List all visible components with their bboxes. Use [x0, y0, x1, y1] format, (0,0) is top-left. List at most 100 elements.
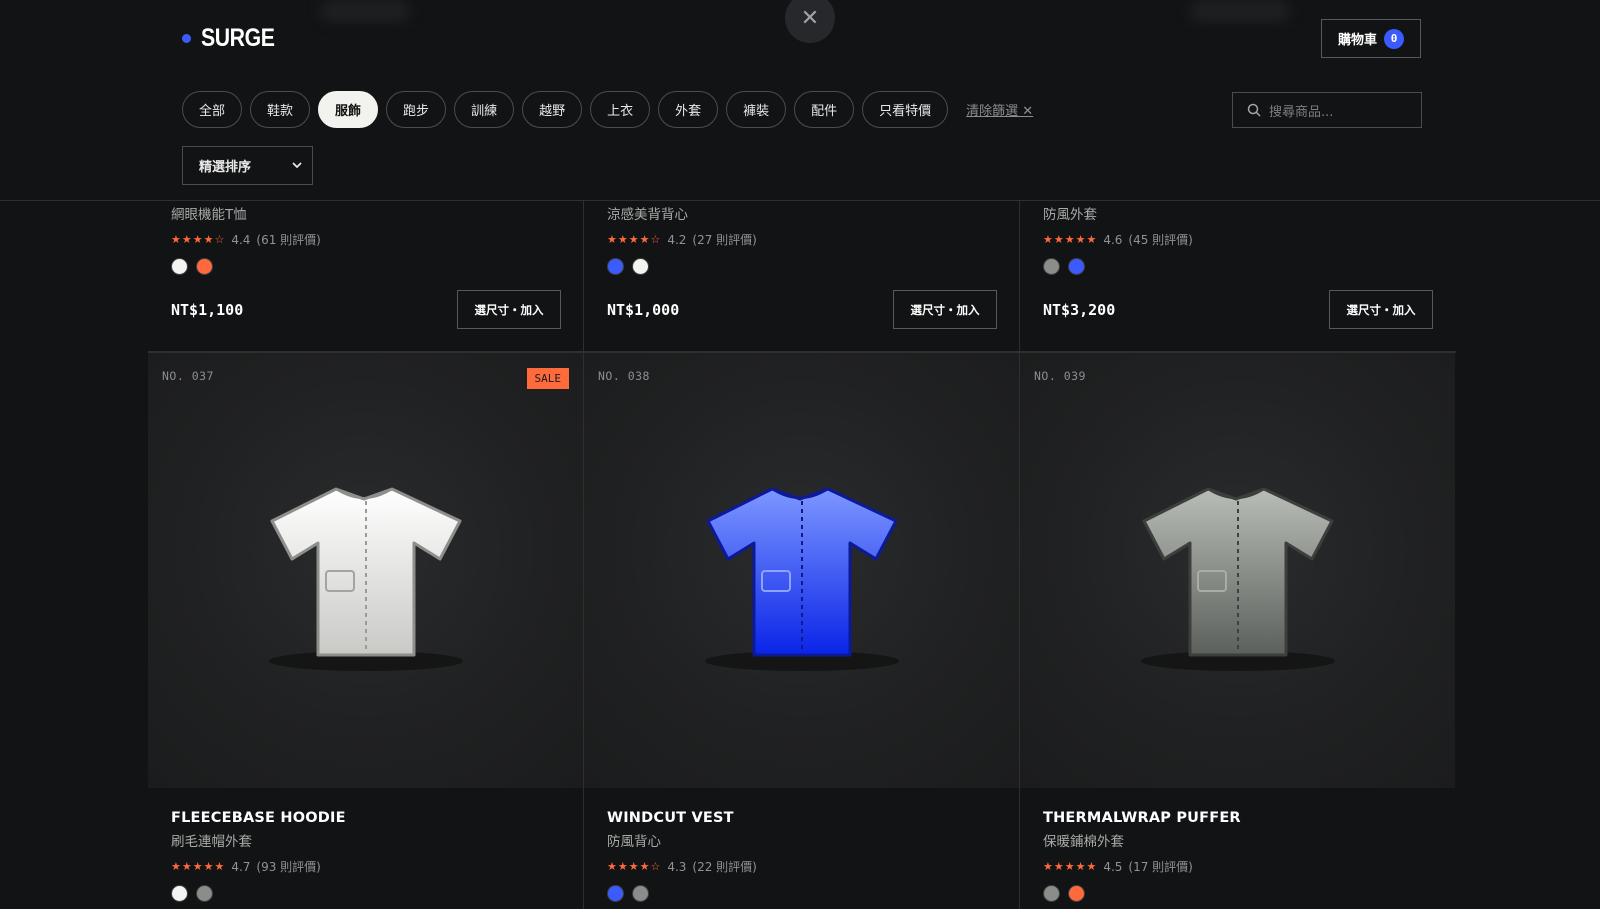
color-swatch[interactable]: [632, 885, 649, 902]
rating-value: 4.7: [231, 859, 251, 874]
clear-filters-link[interactable]: 清除篩選 ✕: [966, 100, 1033, 119]
chip-sale-only[interactable]: 只看特價: [862, 91, 949, 128]
product-info-top-1[interactable]: 網眼機能T恤 ★★★★☆ 4.4 (61 則評價): [148, 203, 584, 275]
chip-training[interactable]: 訓練: [454, 91, 515, 128]
product-rating: ★★★★☆ 4.4 (61 則評價): [171, 231, 584, 248]
close-button[interactable]: ✕: [785, 0, 835, 43]
review-count: (45 則評價): [1128, 233, 1193, 247]
chip-tops[interactable]: 上衣: [590, 91, 651, 128]
product-info[interactable]: WINDCUT VEST 防風背心 ★★★★☆ 4.3 (22 則評價): [584, 810, 1020, 902]
logo-text: SURGE: [201, 24, 275, 52]
chevron-down-icon: [292, 162, 302, 169]
price-row: NT$1,100 選尺寸・加入: [171, 290, 561, 329]
add-to-cart-button[interactable]: 選尺寸・加入: [1329, 290, 1433, 329]
chip-shoes[interactable]: 鞋款: [250, 91, 311, 128]
color-swatch[interactable]: [1043, 258, 1060, 275]
sort-select[interactable]: 精選排序: [182, 146, 313, 185]
rating-stars: ★★★★☆: [607, 233, 662, 246]
blurred-background: [320, 0, 410, 22]
color-swatches: [1043, 885, 1456, 902]
chip-trail[interactable]: 越野: [522, 91, 583, 128]
product-price: NT$1,100: [171, 300, 244, 319]
color-swatch[interactable]: [196, 258, 213, 275]
review-count: (61 則評價): [256, 233, 321, 247]
sale-badge: SALE: [526, 368, 569, 389]
rating-stars: ★★★★★: [1043, 860, 1098, 873]
product-name: THERMALWRAP PUFFER: [1043, 810, 1241, 826]
rating-stars: ★★★★☆: [171, 233, 226, 246]
rating-stars: ★★★★★: [1043, 233, 1098, 246]
product-price: NT$1,000: [607, 300, 680, 319]
review-count: (17 則評價): [1128, 860, 1193, 874]
color-swatches: [607, 258, 1020, 275]
chip-accessories[interactable]: 配件: [794, 91, 855, 128]
product-rating: ★★★★★ 4.5 (17 則評價): [1043, 858, 1456, 875]
tshirt-image: [1141, 487, 1335, 671]
product-rating: ★★★★☆ 4.3 (22 則評價): [607, 858, 1020, 875]
color-swatch[interactable]: [196, 885, 213, 902]
product-card-image[interactable]: NO. 039: [1020, 353, 1455, 788]
review-count: (27 則評價): [692, 233, 757, 247]
product-info-top-3[interactable]: 防風外套 ★★★★★ 4.6 (45 則評價): [1020, 203, 1456, 275]
color-swatches: [171, 885, 584, 902]
cart-button[interactable]: 購物車 0: [1321, 19, 1421, 58]
color-swatch[interactable]: [632, 258, 649, 275]
product-subtitle: 保暖鋪棉外套: [1043, 834, 1124, 850]
color-swatches: [1043, 258, 1456, 275]
search-box[interactable]: 搜尋商品...: [1232, 92, 1422, 128]
filter-chips: 全部 鞋款 服飾 跑步 訓練 越野 上衣 外套 褲裝 配件 只看特價 清除篩選 …: [182, 91, 1033, 128]
color-swatch[interactable]: [1043, 885, 1060, 902]
product-subtitle: 刷毛連帽外套: [171, 834, 252, 850]
color-swatch[interactable]: [1068, 885, 1085, 902]
product-info[interactable]: FLEECEBASE HOODIE 刷毛連帽外套 ★★★★★ 4.7 (93 則…: [148, 810, 584, 902]
color-swatches: [607, 885, 1020, 902]
rating-stars: ★★★★★: [171, 860, 226, 873]
product-rating: ★★★★★ 4.6 (45 則評價): [1043, 231, 1456, 248]
search-input[interactable]: 搜尋商品...: [1269, 101, 1333, 120]
product-name: WINDCUT VEST: [607, 810, 734, 826]
rating-value: 4.3: [667, 859, 687, 874]
product-info[interactable]: THERMALWRAP PUFFER 保暖鋪棉外套 ★★★★★ 4.5 (17 …: [1020, 810, 1456, 902]
price-row: NT$1,000 選尺寸・加入: [607, 290, 997, 329]
product-subtitle: 涼感美背背心: [607, 207, 688, 223]
top-bar: ✕ SURGE 購物車 0 全部 鞋款 服飾 跑步 訓練 越野 上衣 外套 褲裝…: [0, 0, 1600, 201]
sort-selected-value: 精選排序: [199, 160, 252, 175]
product-info-top-2[interactable]: 涼感美背背心 ★★★★☆ 4.2 (27 則評價): [584, 203, 1020, 275]
color-swatch[interactable]: [1068, 258, 1085, 275]
rating-value: 4.2: [667, 232, 687, 247]
chip-bottoms[interactable]: 褲裝: [726, 91, 787, 128]
rating-value: 4.6: [1103, 232, 1123, 247]
price-row: NT$3,200 選尺寸・加入: [1043, 290, 1433, 329]
search-icon: [1247, 103, 1261, 117]
tshirt-image: [269, 487, 463, 671]
product-card-image[interactable]: NO. 037 SALE: [148, 353, 583, 788]
chip-all[interactable]: 全部: [182, 91, 243, 128]
close-icon: ✕: [800, 5, 820, 31]
logo-dot: [182, 34, 191, 43]
review-count: (22 則評價): [692, 860, 757, 874]
product-rating: ★★★★★ 4.7 (93 則評價): [171, 858, 584, 875]
brand-logo[interactable]: SURGE: [182, 24, 287, 53]
tshirt-image: [705, 487, 899, 671]
product-name: FLEECEBASE HOODIE: [171, 810, 346, 826]
cart-label: 購物車: [1337, 33, 1377, 48]
product-number: NO. 039: [1034, 369, 1086, 383]
color-swatch[interactable]: [171, 258, 188, 275]
color-swatches: [171, 258, 584, 275]
blurred-background: [1190, 0, 1290, 22]
color-swatch[interactable]: [607, 258, 624, 275]
color-swatch[interactable]: [607, 885, 624, 902]
chip-running[interactable]: 跑步: [386, 91, 447, 128]
product-number: NO. 037: [162, 369, 214, 383]
cart-count-badge: 0: [1384, 28, 1404, 49]
add-to-cart-button[interactable]: 選尺寸・加入: [457, 290, 561, 329]
chip-apparel[interactable]: 服飾: [318, 91, 379, 128]
product-subtitle: 網眼機能T恤: [171, 207, 247, 223]
add-to-cart-button[interactable]: 選尺寸・加入: [893, 290, 997, 329]
product-subtitle: 防風背心: [607, 834, 661, 850]
product-rating: ★★★★☆ 4.2 (27 則評價): [607, 231, 1020, 248]
color-swatch[interactable]: [171, 885, 188, 902]
product-card-image[interactable]: NO. 038: [584, 353, 1019, 788]
chip-jackets[interactable]: 外套: [658, 91, 719, 128]
product-number: NO. 038: [598, 369, 650, 383]
